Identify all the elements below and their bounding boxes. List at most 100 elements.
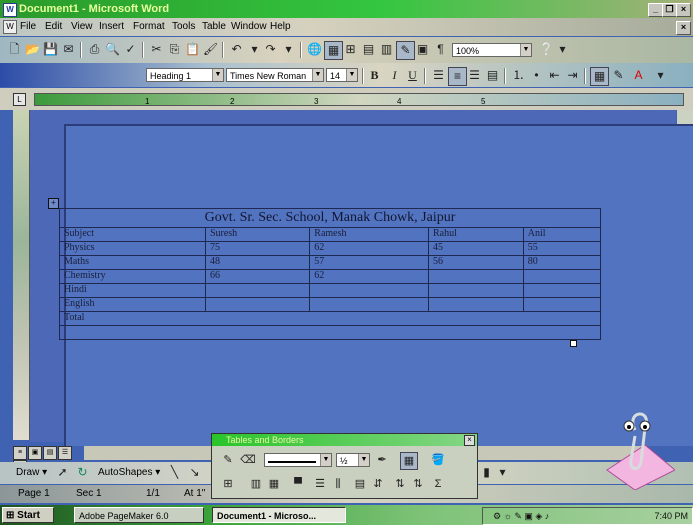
ruler-track[interactable]: 1 2 3 4 5 [34, 93, 684, 106]
table-cell[interactable]: 66 [204, 269, 311, 284]
table-cell[interactable] [309, 283, 429, 298]
table-cell[interactable] [428, 283, 524, 298]
free-rotate-icon[interactable]: ↻ [74, 464, 91, 481]
toolbar-options-icon[interactable]: ▾ [494, 464, 511, 481]
insert-table-icon[interactable]: ⊞ [220, 476, 236, 492]
word-app-icon[interactable]: W [3, 3, 17, 17]
table-cell[interactable]: Ramesh [309, 227, 429, 242]
table-cell[interactable]: 57 [309, 255, 429, 270]
undo-dropdown-icon[interactable]: ▾ [246, 41, 263, 58]
align-left-icon[interactable]: ☰ [430, 67, 447, 84]
paste-icon[interactable]: 📋 [184, 41, 201, 58]
email-icon[interactable]: ✉ [60, 41, 77, 58]
table-resize-handle[interactable] [570, 340, 577, 347]
help-icon[interactable]: ❔ [538, 41, 555, 58]
table-cell[interactable] [59, 325, 601, 340]
autoformat-icon[interactable]: ▤ [352, 476, 368, 492]
tables-borders-icon[interactable]: ▦ [324, 41, 343, 60]
borders-icon[interactable]: ▦ [590, 67, 609, 86]
start-button[interactable]: ⊞ Start [2, 507, 54, 523]
document-map-icon[interactable]: ▣ [414, 41, 431, 58]
copy-icon[interactable]: ⎘ [166, 41, 183, 58]
sort-ascending-icon[interactable]: ⇅ [392, 476, 408, 492]
table-cell[interactable]: 62 [309, 241, 429, 256]
select-objects-icon[interactable]: ➚ [54, 464, 71, 481]
outline-view-icon[interactable]: ☰ [58, 446, 72, 460]
table-cell[interactable] [204, 283, 311, 298]
tab-selector[interactable]: L [13, 93, 26, 106]
menu-insert[interactable]: Insert [99, 21, 124, 32]
menu-format[interactable]: Format [133, 21, 165, 32]
text-direction-icon[interactable]: ⇵ [370, 476, 386, 492]
table-cell[interactable]: Total [59, 311, 601, 326]
zoom-combo[interactable]: 100% ▼ [452, 43, 532, 57]
cut-icon[interactable]: ✂ [148, 41, 165, 58]
columns-icon[interactable]: ▥ [378, 41, 395, 58]
toolbar-options-icon[interactable]: ▾ [554, 41, 571, 58]
border-color-icon[interactable]: ✒ [374, 452, 390, 468]
doc-menu-icon[interactable]: W [3, 20, 17, 34]
redo-dropdown-icon[interactable]: ▾ [280, 41, 297, 58]
menu-tools[interactable]: Tools [172, 21, 195, 32]
table-cell[interactable] [522, 283, 602, 298]
task-pagemaker[interactable]: Adobe PageMaker 6.0 [74, 507, 204, 523]
align-right-icon[interactable]: ☰ [466, 67, 483, 84]
outside-border-icon[interactable]: ▦ [400, 452, 418, 470]
print-preview-icon[interactable]: 🔍 [104, 41, 121, 58]
task-word[interactable]: Document1 - Microso... [212, 507, 346, 523]
table-cell[interactable] [204, 297, 311, 312]
table-cell[interactable]: Subject [59, 227, 206, 242]
draw-table-icon[interactable]: ✎ [220, 452, 236, 468]
drawing-icon[interactable]: ✎ [396, 41, 415, 60]
increase-indent-icon[interactable]: ⇥ [564, 67, 581, 84]
menu-table[interactable]: Table [202, 21, 226, 32]
table-cell[interactable]: Rahul [428, 227, 524, 242]
print-view-icon[interactable]: ▤ [43, 446, 57, 460]
open-folder-icon[interactable]: 📂 [24, 41, 41, 58]
menu-view[interactable]: View [71, 21, 93, 32]
doc-close-button[interactable]: × [676, 21, 691, 35]
table-move-handle-icon[interactable]: + [48, 198, 59, 209]
insert-table-icon[interactable]: ⊞ [342, 41, 359, 58]
table-cell[interactable]: 80 [522, 255, 602, 270]
table-cell[interactable] [309, 297, 429, 312]
bullets-icon[interactable]: • [528, 67, 545, 84]
hyperlink-icon[interactable]: 🌐 [306, 41, 323, 58]
underline-button[interactable]: U [404, 67, 421, 84]
table-cell[interactable]: Physics [59, 241, 206, 256]
office-assistant-icon[interactable] [605, 400, 675, 490]
distribute-rows-icon[interactable]: ☰ [312, 476, 328, 492]
tables-borders-title-bar[interactable]: Tables and Borders × [212, 434, 477, 446]
web-view-icon[interactable]: ▣ [28, 446, 42, 460]
maximize-button[interactable]: ❐ [662, 3, 677, 17]
save-icon[interactable]: 💾 [42, 41, 59, 58]
new-doc-icon[interactable]: 🗋 [6, 41, 23, 58]
show-hide-icon[interactable]: ¶ [432, 41, 449, 58]
draw-menu[interactable]: Draw ▾ [16, 467, 47, 478]
line-icon[interactable]: ╲ [166, 464, 183, 481]
table-cell[interactable]: 45 [428, 241, 524, 256]
merge-cells-icon[interactable]: ▥ [248, 476, 264, 492]
arrow-icon[interactable]: ↘ [186, 464, 203, 481]
italic-button[interactable]: I [386, 67, 403, 84]
table-cell[interactable]: Suresh [204, 227, 311, 242]
chevron-down-icon[interactable]: ▼ [358, 454, 369, 466]
table-cell[interactable]: 62 [309, 269, 429, 284]
align-top-icon[interactable]: ▀ [290, 476, 306, 492]
menu-help[interactable]: Help [270, 21, 291, 32]
decrease-indent-icon[interactable]: ⇤ [546, 67, 563, 84]
line-weight-combo[interactable]: ½ ▼ [336, 453, 370, 467]
highlight-icon[interactable]: ✎ [610, 67, 627, 84]
autoshapes-menu[interactable]: AutoShapes ▾ [98, 467, 160, 478]
table-cell[interactable]: Chemistry [59, 269, 206, 284]
chevron-down-icon[interactable]: ▼ [520, 44, 531, 56]
table-cell[interactable]: English [59, 297, 206, 312]
table-cell[interactable]: 48 [204, 255, 311, 270]
table-caption[interactable]: Govt. Sr. Sec. School, Manak Chowk, Jaip… [59, 208, 601, 228]
style-combo[interactable]: Heading 1 ▼ [146, 68, 224, 82]
menu-edit[interactable]: Edit [45, 21, 62, 32]
menu-file[interactable]: File [20, 21, 36, 32]
font-size-combo[interactable]: 14 ▼ [326, 68, 358, 82]
split-cells-icon[interactable]: ▦ [266, 476, 282, 492]
line-style-combo[interactable]: ▼ [264, 453, 332, 467]
